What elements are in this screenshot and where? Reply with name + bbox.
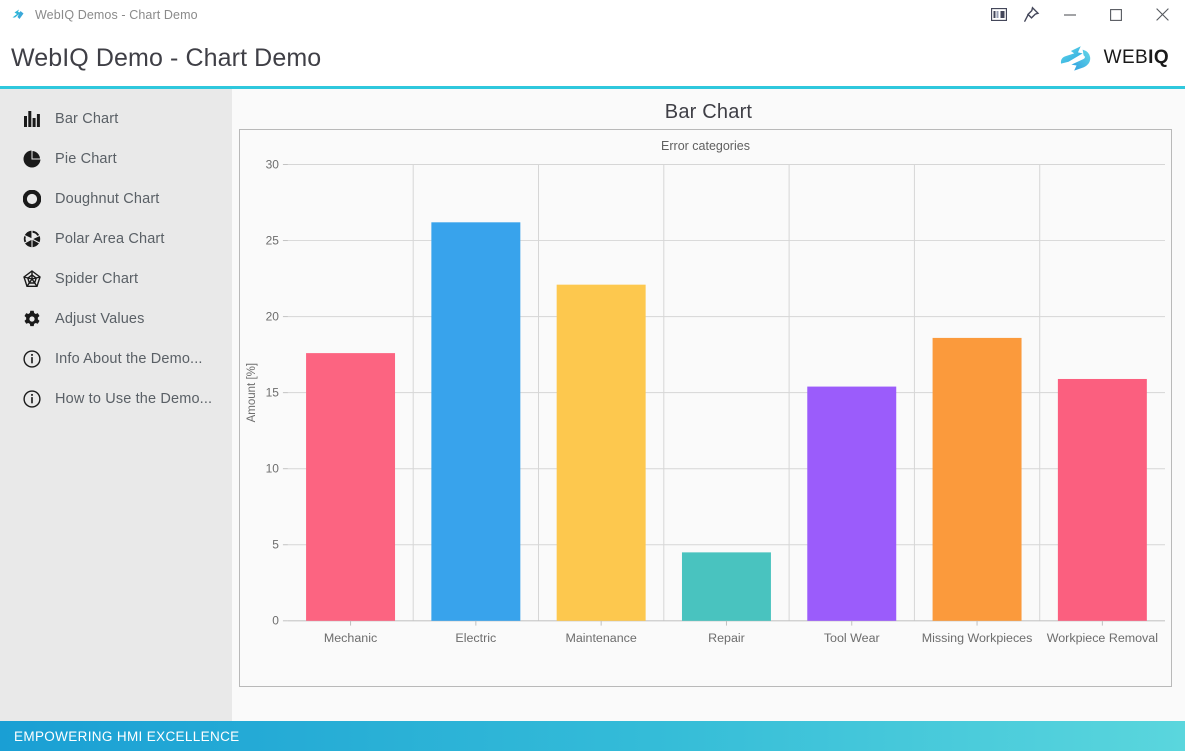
info-icon <box>22 389 42 409</box>
y-tick-label: 10 <box>266 463 280 476</box>
bar-chart-svg[interactable]: 0 5 10 15 20 25 30 Mechanic Electric Maintenance R… <box>240 130 1171 686</box>
sidebar-item-doughnut-chart[interactable]: Doughnut Chart <box>0 179 232 219</box>
bar <box>556 284 646 621</box>
bar <box>932 337 1022 621</box>
bar-chart-plot[interactable]: 0 5 10 15 20 25 30 Mechanic Electric Maintenance R… <box>240 130 1171 686</box>
x-tick-label: Workpiece Removal <box>1047 631 1158 645</box>
polar-area-chart-icon <box>22 229 42 249</box>
sidebar-item-adjust-values[interactable]: Adjust Values <box>0 299 232 339</box>
sidebar-item-label: Bar Chart <box>55 111 119 127</box>
page-heading: WebIQ Demo - Chart Demo <box>11 43 322 72</box>
spider-chart-icon <box>22 269 42 289</box>
maximize-icon[interactable] <box>1093 0 1139 30</box>
y-axis-title: Amount [%] <box>245 363 258 422</box>
footer-tagline: EMPOWERING HMI EXCELLENCE <box>14 728 240 744</box>
sidebar-item-label: Polar Area Chart <box>55 231 165 247</box>
webiq-brand-icon <box>1058 43 1096 73</box>
sidebar-item-pie-chart[interactable]: Pie Chart <box>0 139 232 179</box>
x-tick-label: Missing Workpieces <box>922 631 1033 645</box>
bar <box>807 386 897 621</box>
x-tick-label: Maintenance <box>565 631 637 645</box>
y-tick-label: 30 <box>266 159 280 172</box>
layout-panel-icon[interactable] <box>983 0 1015 30</box>
sidebar-item-label: How to Use the Demo... <box>55 391 213 407</box>
bar <box>306 353 396 621</box>
info-icon <box>22 349 42 369</box>
x-tick-label: Electric <box>455 631 496 645</box>
doughnut-chart-icon <box>22 189 42 209</box>
bar <box>431 222 521 621</box>
minimize-icon[interactable] <box>1047 0 1093 30</box>
app-header: WebIQ Demo - Chart Demo WEBIQ <box>0 30 1185 86</box>
bar <box>1057 378 1147 621</box>
sidebar-item-label: Adjust Values <box>55 311 145 327</box>
brand-word-regular: WEB <box>1103 47 1149 68</box>
bar-chart-icon <box>22 109 42 129</box>
app-body: Bar Chart Pie Chart Doughnut Chart Polar… <box>0 89 1185 721</box>
brand-logo: WEBIQ <box>1058 43 1169 73</box>
brand-word-bold: IQ <box>1148 47 1169 68</box>
pie-chart-icon <box>22 149 42 169</box>
sidebar-item-label: Spider Chart <box>55 271 139 287</box>
footer-bar: EMPOWERING HMI EXCELLENCE <box>0 721 1185 751</box>
sidebar-item-label: Doughnut Chart <box>55 191 160 207</box>
brand-wordmark: WEBIQ <box>1104 47 1169 69</box>
y-tick-label: 15 <box>266 387 280 400</box>
sidebar-item-bar-chart[interactable]: Bar Chart <box>0 99 232 139</box>
chart-demo-window: WebIQ Demos - Chart Demo WebIQ Demo - Ch… <box>0 0 1185 751</box>
bar <box>681 552 771 621</box>
webiq-logo-icon <box>10 7 26 23</box>
x-tick-label: Tool Wear <box>824 631 880 645</box>
sidebar-item-how-to-use-demo[interactable]: How to Use the Demo... <box>0 379 232 419</box>
x-tick-label: Repair <box>708 631 745 645</box>
y-tick-label: 25 <box>266 235 280 248</box>
sidebar-item-label: Pie Chart <box>55 151 117 167</box>
sidebar-item-info-about-demo[interactable]: Info About the Demo... <box>0 339 232 379</box>
sidebar-item-spider-chart[interactable]: Spider Chart <box>0 259 232 299</box>
y-tick-label: 5 <box>272 539 279 552</box>
pin-icon[interactable] <box>1015 0 1047 30</box>
y-tick-label: 20 <box>266 311 280 324</box>
window-titlebar: WebIQ Demos - Chart Demo <box>0 0 1185 30</box>
sidebar-item-label: Info About the Demo... <box>55 351 203 367</box>
sidebar-item-polar-area-chart[interactable]: Polar Area Chart <box>0 219 232 259</box>
y-tick-label: 0 <box>272 615 279 628</box>
x-tick-label: Mechanic <box>324 631 377 645</box>
close-icon[interactable] <box>1139 0 1185 30</box>
chart-panel: Error categories 0 5 10 15 20 25 30 Mechanic Ele… <box>239 129 1172 687</box>
main-page-title: Bar Chart <box>664 101 753 123</box>
main-content: Bar Chart Error categories 0 5 10 15 20 25 30 M… <box>232 89 1185 721</box>
gear-icon <box>22 309 42 329</box>
window-title: WebIQ Demos - Chart Demo <box>35 7 198 22</box>
sidebar-nav: Bar Chart Pie Chart Doughnut Chart Polar… <box>0 89 232 721</box>
